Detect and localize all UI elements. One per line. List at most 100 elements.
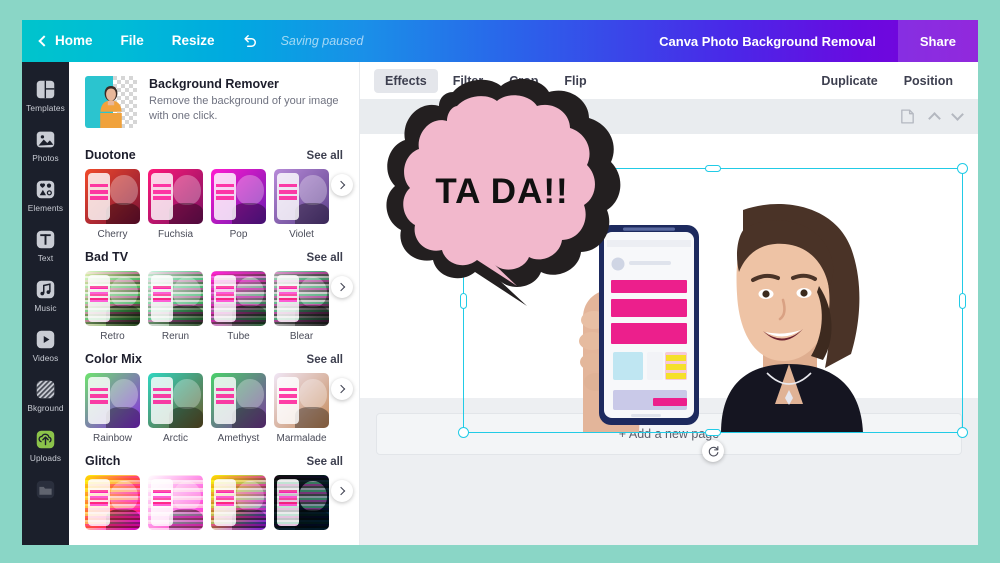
sidebar-item-music[interactable]: Music [22, 270, 69, 320]
filter-option[interactable] [211, 475, 266, 535]
chevron-right-glyph [336, 486, 346, 496]
filter-option[interactable]: Violet [274, 169, 329, 240]
undo-button[interactable] [229, 32, 271, 50]
filter-thumbnail[interactable] [85, 475, 140, 530]
filter-option[interactable]: Marmalade [274, 373, 329, 444]
sidebar-item-folder[interactable] [22, 470, 69, 510]
filter-option[interactable]: Amethyst [211, 373, 266, 444]
sidebar-label-templates: Templates [26, 103, 65, 113]
filter-thumbnail[interactable] [85, 271, 140, 326]
background-remover-title: Background Remover [149, 77, 279, 91]
chevron-right-icon[interactable] [331, 174, 353, 196]
filter-thumbnail[interactable] [274, 271, 329, 326]
filter-option[interactable] [148, 475, 203, 535]
filter-option[interactable]: Rainbow [85, 373, 140, 444]
filter-thumbnail[interactable] [274, 169, 329, 224]
see-all-link[interactable]: See all [307, 354, 343, 366]
effects-panel: Background Remover Remove the background… [69, 62, 360, 545]
background-remover-card[interactable]: Background Remover Remove the background… [69, 62, 359, 138]
filter-thumbnail[interactable] [211, 271, 266, 326]
text-icon [36, 230, 55, 249]
toolbar-position-button[interactable]: Position [893, 69, 964, 93]
section-title: Color Mix [85, 352, 142, 366]
filter-option[interactable]: Arctic [148, 373, 203, 444]
sidebar-item-background[interactable]: Bkground [22, 370, 69, 420]
filter-option[interactable]: Fuchsia [148, 169, 203, 240]
person-silhouette-icon [100, 86, 122, 128]
document-title: Canva Photo Background Removal [659, 33, 876, 49]
filter-option[interactable]: Blear [274, 271, 329, 342]
chevron-right-glyph [336, 384, 346, 394]
toolbar-crop-button[interactable]: Crop [498, 69, 549, 93]
file-menu-button[interactable]: File [107, 20, 158, 62]
chevron-right-icon[interactable] [331, 378, 353, 400]
filter-thumbnail[interactable] [148, 373, 203, 428]
toolbar-filter-button[interactable]: Filter [442, 69, 495, 93]
glitch-scanlines [211, 271, 266, 326]
background-icon [36, 380, 55, 399]
filter-thumbnail[interactable] [211, 475, 266, 530]
chevron-right-icon[interactable] [331, 480, 353, 502]
filter-option[interactable]: Rerun [148, 271, 203, 342]
sidebar-item-text[interactable]: Text [22, 220, 69, 270]
section-header: Bad TV See all [85, 246, 343, 271]
uploads-icon [36, 430, 55, 449]
chevron-down-icon[interactable] [951, 108, 964, 121]
share-button[interactable]: Share [897, 20, 978, 62]
filter-thumbnail[interactable] [85, 169, 140, 224]
filter-label: Tube [227, 331, 250, 342]
filter-option[interactable]: Retro [85, 271, 140, 342]
filter-label: Amethyst [217, 433, 260, 444]
sidebar-item-uploads[interactable]: Uploads [22, 420, 69, 470]
filter-preview-art [274, 373, 329, 428]
chevron-right-icon[interactable] [331, 276, 353, 298]
note-page-icon[interactable] [899, 108, 916, 125]
filter-thumbnail-row: Rainbow Arctic Amethyst Marmalade [85, 373, 343, 444]
resize-button[interactable]: Resize [158, 20, 229, 62]
filter-thumbnail-row: Retro Rerun Tube Blear [85, 271, 343, 342]
toolbar-duplicate-button[interactable]: Duplicate [810, 69, 888, 93]
see-all-link[interactable]: See all [307, 252, 343, 264]
sidebar-item-photos[interactable]: Photos [22, 120, 69, 170]
filter-thumbnail[interactable] [148, 169, 203, 224]
filter-thumbnail[interactable] [211, 169, 266, 224]
filter-option[interactable] [85, 475, 140, 535]
section-title: Glitch [85, 454, 121, 468]
filter-thumbnail[interactable] [85, 373, 140, 428]
see-all-link[interactable]: See all [307, 150, 343, 162]
filter-label: Rainbow [93, 433, 132, 444]
filter-preview-art [148, 373, 203, 428]
sidebar-label-music: Music [34, 303, 57, 313]
sidebar-label-photos: Photos [32, 153, 59, 163]
top-header-bar: Home File Resize Saving paused Canva Pho… [22, 20, 978, 62]
filter-label: Rerun [161, 331, 190, 342]
filter-thumbnail[interactable] [274, 475, 329, 530]
design-canvas[interactable] [360, 134, 978, 462]
filter-thumbnail[interactable] [274, 373, 329, 428]
object-toolbar: Effects Filter Crop Flip Duplicate Posit… [360, 62, 978, 99]
filter-thumbnail-row: Cherry Fuchsia Pop Violet [85, 169, 343, 240]
filter-label: Cherry [97, 229, 128, 240]
sidebar-item-videos[interactable]: Videos [22, 320, 69, 370]
toolbar-effects-button[interactable]: Effects [374, 68, 438, 93]
filter-option[interactable]: Cherry [85, 169, 140, 240]
sidebar-item-elements[interactable]: Elements [22, 170, 69, 220]
filter-label: Arctic [163, 433, 188, 444]
filter-thumbnail[interactable] [211, 373, 266, 428]
toolbar-flip-button[interactable]: Flip [553, 69, 597, 93]
canvas-photo-woman-holding-phone[interactable] [463, 168, 963, 433]
home-button[interactable]: Home [22, 20, 107, 62]
background-remover-description: Remove the background of your image with… [149, 95, 339, 122]
filter-thumbnail[interactable] [148, 475, 203, 530]
filter-thumbnail[interactable] [148, 271, 203, 326]
glitch-scanlines [274, 475, 329, 530]
glitch-scanlines [148, 271, 203, 326]
filter-option[interactable] [274, 475, 329, 535]
filter-section: Glitch See all [69, 444, 359, 535]
filter-thumbnail-row [85, 475, 343, 535]
sidebar-item-templates[interactable]: Templates [22, 70, 69, 120]
filter-option[interactable]: Tube [211, 271, 266, 342]
chevron-up-icon[interactable] [928, 112, 941, 125]
filter-option[interactable]: Pop [211, 169, 266, 240]
see-all-link[interactable]: See all [307, 456, 343, 468]
